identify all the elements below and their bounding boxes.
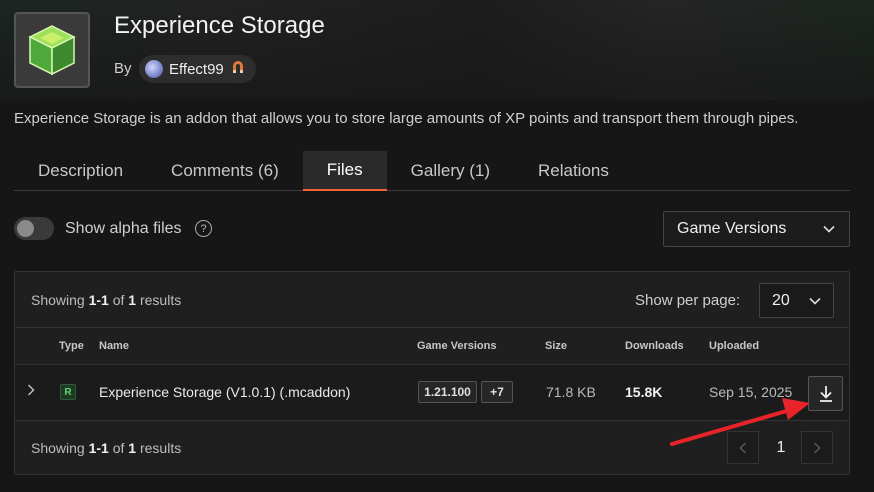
game-version-chip: 1.21.100: [418, 381, 477, 403]
per-page-value: 20: [772, 291, 790, 309]
tab-relations[interactable]: Relations: [514, 151, 633, 191]
pagination-prev-button[interactable]: [727, 431, 759, 464]
author-avatar: [145, 60, 163, 78]
magnet-icon: [230, 59, 246, 79]
header-size[interactable]: Size: [545, 340, 567, 352]
game-versions-select[interactable]: Game Versions: [663, 211, 850, 247]
toggle-knob: [17, 220, 34, 237]
help-icon[interactable]: ?: [195, 220, 212, 237]
header-game-versions[interactable]: Game Versions: [417, 340, 497, 352]
per-page-label: Show per page:: [635, 292, 741, 309]
author-name: Effect99: [169, 60, 224, 78]
download-icon: [819, 385, 832, 402]
pagination-page-current[interactable]: 1: [765, 431, 797, 464]
file-name[interactable]: Experience Storage (V1.0.1) (.mcaddon): [99, 384, 350, 400]
file-size: 71.8 KB: [546, 384, 596, 400]
release-type-badge: R: [60, 384, 76, 400]
header-name[interactable]: Name: [99, 340, 129, 352]
project-title: Experience Storage: [114, 12, 325, 39]
results-summary-top: Showing 1-1 of 1 results: [31, 292, 182, 308]
upload-date: Sep 15, 2025: [709, 384, 793, 400]
header-type[interactable]: Type: [59, 340, 84, 352]
project-summary: Experience Storage is an addon that allo…: [14, 110, 799, 127]
chevron-right-icon: [813, 441, 821, 454]
tab-comments[interactable]: Comments (6): [147, 151, 303, 191]
game-versions-label: Game Versions: [677, 220, 787, 237]
chevron-down-icon: [809, 292, 821, 310]
header-downloads[interactable]: Downloads: [625, 340, 684, 352]
chevron-down-icon: [823, 220, 835, 238]
author-link[interactable]: Effect99: [139, 55, 256, 83]
by-label: By: [114, 60, 132, 77]
table-row[interactable]: R Experience Storage (V1.0.1) (.mcaddon)…: [15, 365, 849, 421]
pagination-next-button[interactable]: [801, 431, 833, 464]
project-logo: [14, 12, 90, 88]
download-button[interactable]: [808, 376, 843, 411]
tab-description[interactable]: Description: [14, 151, 147, 191]
project-tabs: Description Comments (6) Files Gallery (…: [14, 151, 850, 191]
tab-files[interactable]: Files: [302, 151, 387, 191]
more-versions-chip[interactable]: +7: [481, 381, 513, 403]
download-count: 15.8K: [625, 384, 663, 400]
alpha-files-toggle[interactable]: [14, 217, 54, 240]
alpha-files-label: Show alpha files: [65, 220, 182, 237]
tab-gallery[interactable]: Gallery (1): [387, 151, 514, 191]
files-panel-toolbar: Showing 1-1 of 1 results Show per page: …: [15, 272, 849, 328]
per-page-select[interactable]: 20: [759, 283, 834, 318]
header-uploaded[interactable]: Uploaded: [709, 340, 759, 352]
table-header: Type Name Game Versions Size Downloads U…: [15, 328, 849, 365]
chevron-left-icon: [739, 441, 747, 454]
files-panel: Showing 1-1 of 1 results Show per page: …: [14, 271, 850, 475]
chevron-right-icon[interactable]: [27, 383, 35, 399]
results-summary-bottom: Showing 1-1 of 1 results: [31, 440, 182, 456]
